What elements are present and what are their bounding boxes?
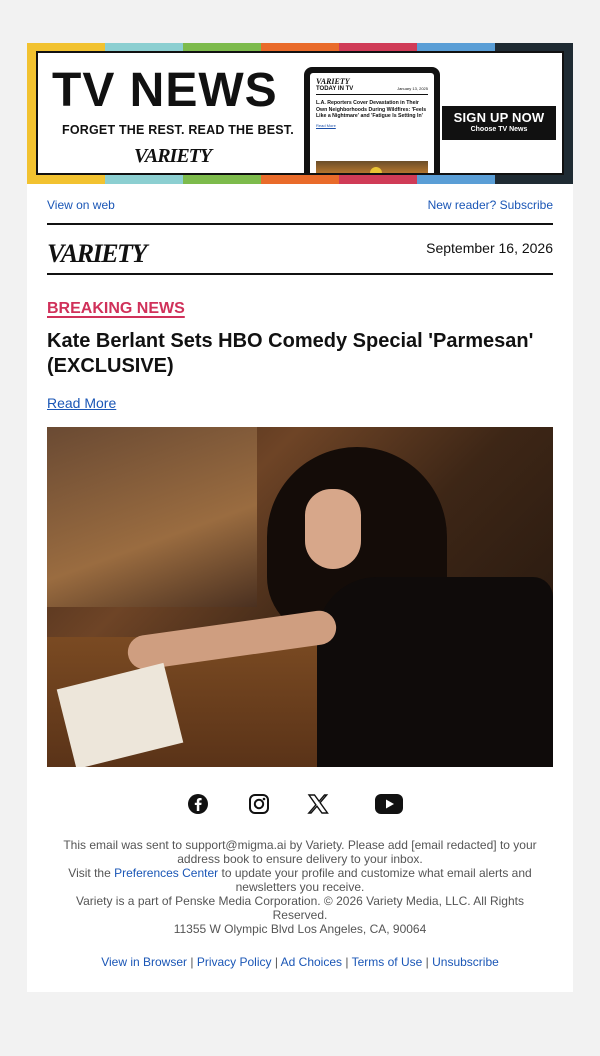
signup-button[interactable]: SIGN UP NOW Choose TV News [442, 106, 556, 140]
tablet-logo: VARIETY [316, 77, 350, 86]
x-icon[interactable] [307, 793, 329, 815]
article-photo[interactable] [47, 427, 553, 767]
youtube-icon[interactable] [374, 793, 404, 815]
tablet-story-image [316, 161, 428, 173]
divider [47, 223, 553, 225]
footer-links: View in Browser | Privacy Policy | Ad Ch… [27, 955, 573, 969]
tablet-read-more: Read More [316, 122, 336, 128]
view-in-browser-link[interactable]: View in Browser [101, 955, 187, 969]
tablet-story: L.A. Reporters Cover Devastation in Thei… [316, 100, 427, 119]
promo-banner[interactable]: TV NEWS FORGET THE REST. READ THE BEST. … [27, 43, 573, 184]
footer-address: 11355 W Olympic Blvd Los Angeles, CA, 90… [173, 922, 427, 936]
banner-tagline: FORGET THE REST. READ THE BEST. [62, 123, 294, 137]
social-links [27, 793, 573, 817]
footer-preferences: Visit the Preferences Center to update y… [57, 866, 543, 894]
banner-variety-logo: VARIETY [134, 145, 212, 167]
read-more-link[interactable]: Read More [47, 395, 116, 411]
signup-subtitle: Choose TV News [470, 126, 528, 133]
footer-text: This email was sent to support@migma.ai … [57, 838, 543, 936]
ad-choices-link[interactable]: Ad Choices [281, 955, 342, 969]
variety-logo[interactable]: VARIETY [47, 239, 147, 269]
tablet-screen: VARIETY TODAY IN TV January 13, 2025 L.A… [310, 73, 434, 173]
separator: | [345, 955, 349, 969]
footer-preferences-post: to update your profile and customize wha… [218, 866, 532, 894]
tablet-section: TODAY IN TV [316, 86, 354, 92]
banner-panel: TV NEWS FORGET THE REST. READ THE BEST. … [36, 51, 564, 175]
divider [47, 273, 553, 275]
separator: | [425, 955, 429, 969]
tablet-mockup: VARIETY TODAY IN TV January 13, 2025 L.A… [304, 67, 440, 173]
subscribe-link[interactable]: New reader? Subscribe [428, 198, 553, 212]
facebook-icon[interactable] [187, 793, 209, 815]
preferences-center-link[interactable]: Preferences Center [114, 866, 218, 880]
view-on-web-link[interactable]: View on web [47, 198, 115, 212]
footer-copyright: Variety is a part of Penske Media Corpor… [76, 894, 524, 922]
issue-date: September 16, 2026 [426, 240, 553, 256]
signup-title: SIGN UP NOW [453, 110, 545, 125]
tablet-header: TODAY IN TV January 13, 2025 [316, 86, 428, 95]
breaking-news-label: BREAKING NEWS [47, 300, 185, 317]
unsubscribe-link[interactable]: Unsubscribe [432, 955, 499, 969]
separator: | [190, 955, 194, 969]
separator: | [274, 955, 278, 969]
top-links: View on web New reader? Subscribe [47, 198, 553, 212]
email-card: TV NEWS FORGET THE REST. READ THE BEST. … [27, 43, 573, 992]
banner-title: TV NEWS [52, 64, 278, 117]
privacy-policy-link[interactable]: Privacy Policy [197, 955, 272, 969]
instagram-icon[interactable] [248, 793, 270, 815]
terms-of-use-link[interactable]: Terms of Use [352, 955, 423, 969]
article-headline[interactable]: Kate Berlant Sets HBO Comedy Special 'Pa… [47, 329, 553, 379]
tablet-date: January 13, 2025 [397, 86, 428, 91]
footer-preferences-pre: Visit the [68, 866, 115, 880]
footer-sent-to: This email was sent to support@migma.ai … [63, 838, 537, 866]
